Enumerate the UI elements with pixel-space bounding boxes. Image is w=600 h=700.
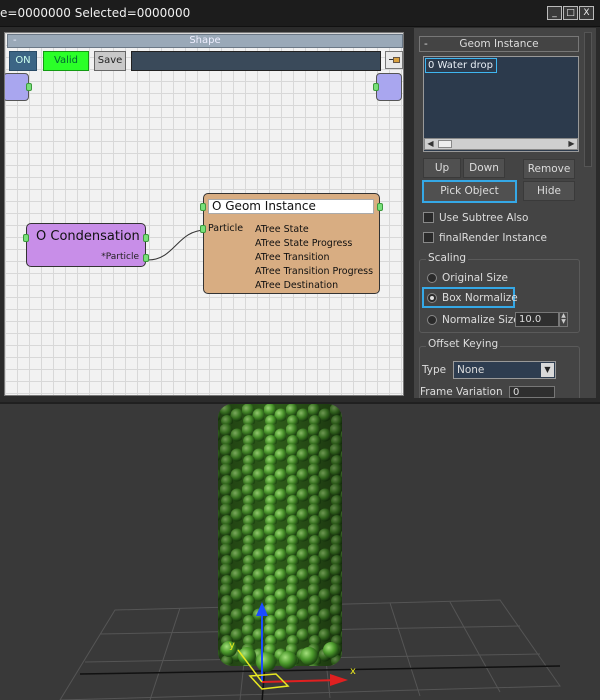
particle-output-port[interactable] bbox=[143, 254, 149, 262]
type-label: Type bbox=[422, 364, 447, 376]
scroll-thumb[interactable] bbox=[438, 140, 452, 148]
condensation-node[interactable]: O Condensation *Particle bbox=[23, 223, 149, 267]
app-window: e=0000000 Selected=0000000 _ □ X - Shape… bbox=[0, 0, 600, 700]
node-output-label: ATree Destination bbox=[255, 280, 339, 291]
chevron-down-icon[interactable]: ▼ bbox=[541, 363, 554, 377]
normalize-size-label: Normalize Size bbox=[442, 314, 520, 326]
node-input-port[interactable] bbox=[23, 234, 29, 242]
properties-panel: - Geom Instance 0 Water drop ◀ ▶ Up Down… bbox=[414, 28, 596, 398]
axis-label-y: y bbox=[229, 640, 235, 651]
node-output-label: ATree Transition bbox=[255, 252, 330, 263]
down-button[interactable]: Down bbox=[463, 158, 505, 178]
up-button[interactable]: Up bbox=[423, 158, 461, 178]
node-output-label: ATree Transition Progress bbox=[255, 266, 374, 277]
node-title: O Condensation bbox=[36, 229, 140, 244]
node-output-label: *Particle bbox=[101, 252, 139, 262]
axis-label-x: x bbox=[350, 666, 356, 677]
node-output-port[interactable] bbox=[143, 234, 149, 242]
node-output-label: ATree State bbox=[255, 224, 309, 235]
type-dropdown[interactable]: None ▼ bbox=[453, 361, 556, 379]
use-subtree-checkbox[interactable] bbox=[423, 212, 434, 223]
pick-object-button[interactable]: Pick Object bbox=[422, 180, 517, 203]
node-output-label: ATree State Progress bbox=[255, 238, 353, 249]
frame-variation-label: Frame Variation bbox=[420, 386, 503, 398]
frame-variation-input[interactable]: 0 bbox=[509, 386, 555, 398]
normalize-size-input[interactable]: 10.0 bbox=[515, 312, 559, 327]
scaling-group-label: Scaling bbox=[426, 252, 469, 264]
remove-button[interactable]: Remove bbox=[523, 159, 575, 179]
box-normalize-label: Box Normalize bbox=[442, 292, 518, 304]
hide-button[interactable]: Hide bbox=[523, 181, 575, 201]
use-subtree-label: Use Subtree Also bbox=[439, 212, 529, 224]
final-render-checkbox[interactable] bbox=[423, 232, 434, 243]
box-normalize-radio[interactable] bbox=[427, 293, 437, 303]
node-input-port[interactable] bbox=[200, 203, 206, 211]
rollout-title: Geom Instance bbox=[459, 38, 539, 50]
list-horizontal-scrollbar[interactable]: ◀ ▶ bbox=[424, 138, 578, 150]
type-value: None bbox=[457, 364, 485, 376]
final-render-label: finalRender Instance bbox=[439, 232, 547, 244]
node-output-list: ATree State ATree State Progress ATree T… bbox=[255, 223, 373, 293]
node-input-label: Particle bbox=[208, 223, 244, 234]
3d-viewport[interactable]: y x bbox=[0, 402, 600, 700]
original-size-radio[interactable] bbox=[427, 273, 437, 283]
restore-button[interactable]: □ bbox=[563, 6, 578, 20]
viewport-scene: y x bbox=[59, 404, 561, 700]
rollout-header[interactable]: - Geom Instance bbox=[419, 36, 579, 52]
offset-keying-label: Offset Keying bbox=[426, 338, 501, 350]
title-bar: e=0000000 Selected=0000000 _ □ X bbox=[0, 0, 600, 27]
window-title: e=0000000 Selected=0000000 bbox=[0, 6, 191, 20]
geom-instance-node[interactable]: O Geom Instance Particle ATree State ATr… bbox=[200, 193, 383, 294]
minimize-button[interactable]: _ bbox=[547, 6, 562, 20]
node-title[interactable]: O Geom Instance bbox=[208, 199, 374, 214]
scroll-right-icon[interactable]: ▶ bbox=[566, 139, 577, 149]
particle-input-port[interactable] bbox=[200, 225, 206, 233]
original-size-label: Original Size bbox=[442, 272, 508, 284]
normalize-size-spinner[interactable]: ▲ ▼ bbox=[559, 312, 568, 327]
list-item[interactable]: 0 Water drop bbox=[425, 58, 497, 73]
node-output-port[interactable] bbox=[377, 203, 383, 211]
panel-scrollbar[interactable] bbox=[584, 32, 592, 167]
scroll-left-icon[interactable]: ◀ bbox=[425, 139, 436, 149]
collapse-toggle[interactable]: - bbox=[424, 37, 428, 51]
particle-flow-graph[interactable]: - Shape ON Valid Save O Condensation *Pa… bbox=[4, 32, 404, 396]
normalize-size-radio[interactable] bbox=[427, 315, 437, 325]
close-button[interactable]: X bbox=[579, 6, 594, 20]
